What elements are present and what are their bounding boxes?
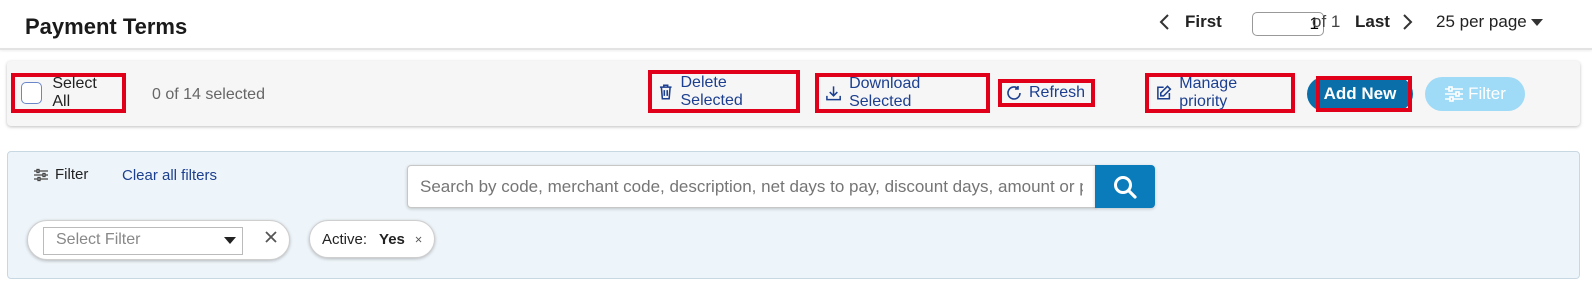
- filter-heading: Filter: [33, 166, 88, 183]
- select-filter-placeholder: Select Filter: [56, 231, 141, 248]
- refresh-button[interactable]: Refresh: [998, 79, 1095, 107]
- download-icon: [826, 86, 841, 101]
- filter-toggle-label: Filter: [1468, 84, 1506, 103]
- select-all-checkbox[interactable]: Select All: [11, 73, 126, 113]
- page-title: Payment Terms: [25, 14, 188, 39]
- search-icon: [1114, 175, 1137, 199]
- delete-selected-button[interactable]: Delete Selected: [648, 70, 800, 113]
- refresh-label: Refresh: [1029, 84, 1086, 101]
- next-page-button[interactable]: [1400, 12, 1414, 32]
- last-page-link[interactable]: Last: [1355, 12, 1390, 32]
- caret-down-icon: [224, 237, 236, 244]
- filter-chip-active: Active: Yes: [309, 220, 435, 258]
- filter-sliders-icon: [34, 168, 48, 181]
- page-total: of 1: [1312, 12, 1341, 31]
- download-label: Download Selected: [849, 75, 921, 110]
- remove-filter-button[interactable]: [264, 230, 278, 249]
- select-filter-dropdown[interactable]: Select Filter: [43, 227, 243, 255]
- filter-heading-label: Filter: [55, 166, 89, 183]
- caret-down-icon: [1530, 19, 1543, 26]
- pagination-first[interactable]: [1158, 12, 1172, 32]
- chevron-left-icon: [1159, 14, 1169, 30]
- add-new-highlight: [1316, 76, 1412, 112]
- download-selected-button[interactable]: Download Selected: [815, 73, 990, 113]
- chip-key: Active:: [322, 230, 368, 248]
- edit-icon: [1157, 85, 1172, 100]
- chip-value: Yes: [379, 230, 405, 248]
- delete-label: Delete Selected: [680, 73, 743, 109]
- first-page-link[interactable]: First: [1185, 12, 1222, 32]
- manage-priority-button[interactable]: Manage priority: [1145, 73, 1295, 113]
- chip-close-icon[interactable]: [415, 233, 422, 246]
- header-divider: [0, 48, 1592, 50]
- checkbox-icon: [21, 82, 43, 104]
- search-input[interactable]: [407, 165, 1096, 208]
- select-all-label: Select All: [52, 75, 97, 110]
- chevron-right-icon: [1403, 14, 1413, 30]
- sliders-icon: [1445, 86, 1464, 102]
- per-page-select[interactable]: 25 per page: [1436, 12, 1543, 32]
- per-page-label: 25 per page: [1436, 12, 1527, 31]
- search-button[interactable]: [1095, 165, 1155, 208]
- manage-priority-label: Manage priority: [1179, 75, 1238, 110]
- trash-icon: [659, 83, 672, 100]
- clear-all-filters-link[interactable]: Clear all filters: [122, 167, 217, 184]
- close-icon: [265, 231, 277, 243]
- filter-toggle-button[interactable]: Filter: [1425, 77, 1525, 111]
- selected-count: 0 of 14 selected: [152, 86, 265, 103]
- refresh-icon: [1007, 86, 1021, 100]
